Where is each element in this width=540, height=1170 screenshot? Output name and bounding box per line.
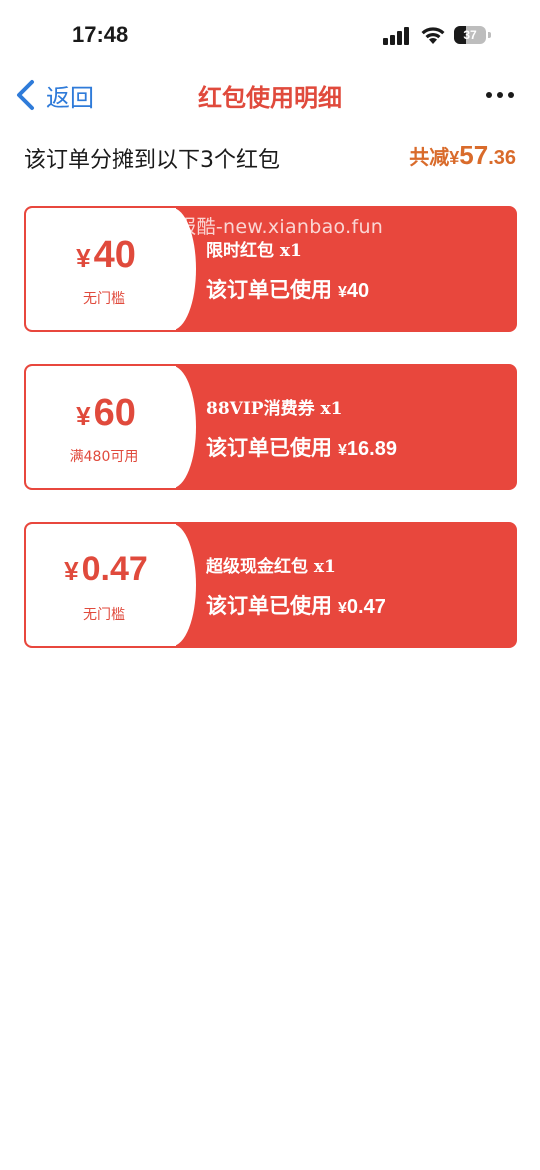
used-label: 该订单已使用 [206, 594, 332, 618]
used-amount: 0.47 [346, 596, 386, 618]
total-discount: 共减¥57.36 [409, 140, 516, 171]
used-currency: ¥ [338, 442, 347, 459]
coupon-used: 该订单已使用 ¥40 [206, 274, 369, 304]
total-amount-int: 57 [459, 140, 489, 170]
coupon-value: 40 [93, 234, 136, 276]
used-label: 该订单已使用 [206, 436, 332, 460]
nav-bar: 返回 红包使用明细 [0, 70, 540, 120]
summary-row: 该订单分摊到以下3个红包 共减¥57.36 [24, 140, 516, 176]
used-label: 该订单已使用 [206, 278, 332, 302]
coupon-amount: ¥40 [26, 234, 186, 277]
battery-percent: 37 [463, 28, 477, 42]
coupon-condition: 无门槛 [83, 607, 125, 623]
total-currency: ¥ [449, 148, 460, 168]
coupon-value: 0.47 [81, 550, 148, 588]
coupon-amount: ¥0.47 [26, 550, 186, 589]
cellular-signal-icon [383, 27, 409, 45]
coupon-condition: 满480可用 [69, 449, 139, 465]
watermark: 线报酷-new.xianbao.fun [158, 216, 384, 238]
used-currency: ¥ [338, 284, 347, 301]
coupon-used: 该订单已使用 ¥16.89 [206, 432, 397, 462]
used-amount: 16.89 [346, 438, 397, 460]
coupon-name: 超级现金红包 x1 [206, 557, 336, 577]
status-bar: 17:48 37 [0, 0, 540, 70]
page-title: 红包使用明细 [198, 84, 342, 112]
coupon-currency: ¥ [76, 401, 91, 431]
total-label: 共减 [409, 145, 450, 169]
more-icon[interactable] [486, 84, 514, 104]
coupon-used: 该订单已使用 ¥0.47 [206, 590, 386, 620]
coupon-name: 限时红包 x1 [206, 241, 302, 261]
coupon-value: 60 [93, 392, 136, 434]
coupon-card[interactable]: ¥60 满480可用 88VIP消费券 x1 该订单已使用 ¥16.89 [24, 364, 517, 490]
status-time: 17:48 [72, 22, 129, 47]
used-amount: 40 [346, 280, 370, 302]
used-currency: ¥ [338, 600, 347, 617]
coupon-card[interactable]: ¥0.47 无门槛 超级现金红包 x1 该订单已使用 ¥0.47 [24, 522, 517, 648]
coupon-condition: 无门槛 [83, 291, 125, 307]
battery-icon: 37 [454, 26, 492, 46]
coupon-amount: ¥60 [26, 392, 186, 435]
total-amount-dec: .36 [488, 147, 516, 169]
coupon-currency: ¥ [64, 556, 79, 586]
wifi-icon [421, 27, 445, 44]
coupon-name: 88VIP消费券 x1 [206, 399, 343, 419]
summary-text: 该订单分摊到以下3个红包 [24, 148, 280, 173]
coupon-currency: ¥ [76, 243, 91, 273]
